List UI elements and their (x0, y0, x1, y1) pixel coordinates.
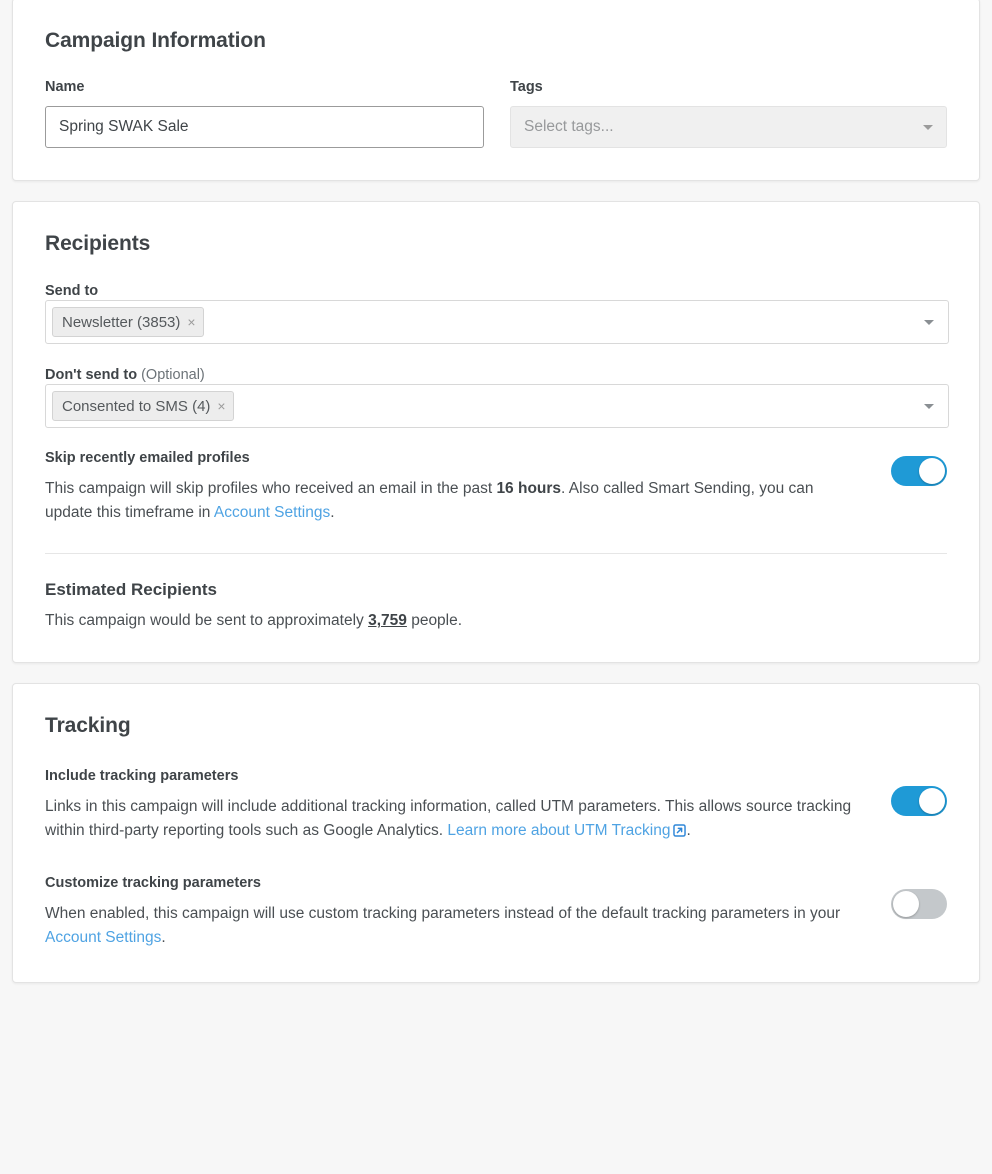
skip-recently-emailed-toggle[interactable] (891, 456, 947, 486)
tracking-card: Tracking Include tracking parameters Lin… (12, 683, 980, 983)
recipients-card: Recipients Send to Newsletter (3853) × D… (12, 201, 980, 663)
estimated-recipients-block: Estimated Recipients This campaign would… (45, 580, 947, 630)
send-to-chip[interactable]: Newsletter (3853) × (52, 307, 204, 337)
chevron-down-icon (923, 125, 933, 130)
dont-send-to-chip-label: Consented to SMS (4) (62, 397, 211, 415)
external-link-icon[interactable] (673, 821, 687, 845)
skip-text-part1: This campaign will skip profiles who rec… (45, 480, 497, 497)
estimated-text-part2: people. (406, 612, 463, 629)
dont-send-to-optional-text: (Optional) (137, 367, 205, 383)
toggle-knob (919, 788, 945, 814)
skip-timeframe-value: 16 hours (496, 480, 562, 497)
campaign-information-body: Campaign Information Name Tags Select ta… (13, 0, 979, 180)
customize-text-part2: . (161, 929, 166, 946)
utm-tracking-link[interactable]: Learn more about UTM Tracking (447, 822, 670, 839)
send-to-chip-label: Newsletter (3853) (62, 313, 181, 331)
toggle-knob (919, 458, 945, 484)
tags-placeholder: Select tags... (523, 118, 614, 135)
dont-send-to-chip[interactable]: Consented to SMS (4) × (52, 391, 234, 421)
tracking-title: Tracking (45, 714, 131, 737)
include-tracking-description: Links in this campaign will include addi… (45, 795, 861, 845)
send-to-multiselect[interactable]: Newsletter (3853) × (45, 300, 949, 344)
chevron-down-icon (924, 320, 934, 325)
dont-send-to-label: Don't send to (Optional) (45, 367, 205, 383)
customize-tracking-text: Customize tracking parameters When enabl… (45, 875, 861, 950)
recipients-body: Recipients Send to Newsletter (3853) × D… (13, 202, 979, 662)
tags-field-group: Tags Select tags... (509, 79, 947, 148)
chevron-down-icon (924, 404, 934, 409)
campaign-settings-page: Campaign Information Name Tags Select ta… (0, 0, 992, 1172)
customize-tracking-parameters-block: Customize tracking parameters When enabl… (45, 875, 947, 950)
customize-text-part1: When enabled, this campaign will use cus… (45, 905, 841, 922)
account-settings-link[interactable]: Account Settings (214, 504, 330, 521)
skip-recently-emailed-label: Skip recently emailed profiles (45, 450, 250, 466)
tracking-body: Tracking Include tracking parameters Lin… (13, 684, 979, 982)
include-tracking-parameters-block: Include tracking parameters Links in thi… (45, 768, 947, 845)
remove-chip-icon[interactable]: × (217, 399, 225, 413)
estimated-recipients-title: Estimated Recipients (45, 580, 217, 599)
customize-tracking-toggle[interactable] (891, 889, 947, 919)
skip-recently-emailed-description: This campaign will skip profiles who rec… (45, 477, 861, 525)
campaign-information-card: Campaign Information Name Tags Select ta… (12, 0, 980, 181)
recipients-title: Recipients (45, 232, 151, 255)
include-tracking-label: Include tracking parameters (45, 768, 239, 784)
include-text-part2: . (686, 822, 691, 839)
remove-chip-icon[interactable]: × (187, 315, 195, 329)
skip-recently-emailed-block: Skip recently emailed profiles This camp… (45, 450, 947, 525)
customize-tracking-label: Customize tracking parameters (45, 875, 261, 891)
estimated-text-part1: This campaign would be sent to approxima… (45, 612, 369, 629)
toggle-knob (893, 891, 919, 917)
tags-label: Tags (509, 79, 543, 95)
skip-text-part3: . (330, 504, 335, 521)
include-tracking-text: Include tracking parameters Links in thi… (45, 768, 861, 845)
campaign-information-fields: Name Tags Select tags... (45, 79, 947, 148)
campaign-name-input[interactable] (45, 106, 484, 148)
name-field-group: Name (45, 79, 484, 148)
campaign-information-title: Campaign Information (45, 29, 266, 52)
name-label: Name (45, 79, 85, 95)
section-divider (45, 553, 947, 554)
dont-send-to-label-text: Don't send to (45, 367, 138, 383)
customize-tracking-description: When enabled, this campaign will use cus… (45, 902, 861, 950)
send-to-label: Send to (45, 283, 99, 299)
estimated-recipients-count: 3,759 (368, 612, 407, 629)
tags-select[interactable]: Select tags... (509, 106, 947, 148)
account-settings-link[interactable]: Account Settings (45, 929, 161, 946)
include-tracking-toggle[interactable] (891, 786, 947, 816)
dont-send-to-multiselect[interactable]: Consented to SMS (4) × (45, 384, 949, 428)
estimated-recipients-description: This campaign would be sent to approxima… (45, 612, 947, 630)
skip-recently-emailed-text: Skip recently emailed profiles This camp… (45, 450, 861, 525)
